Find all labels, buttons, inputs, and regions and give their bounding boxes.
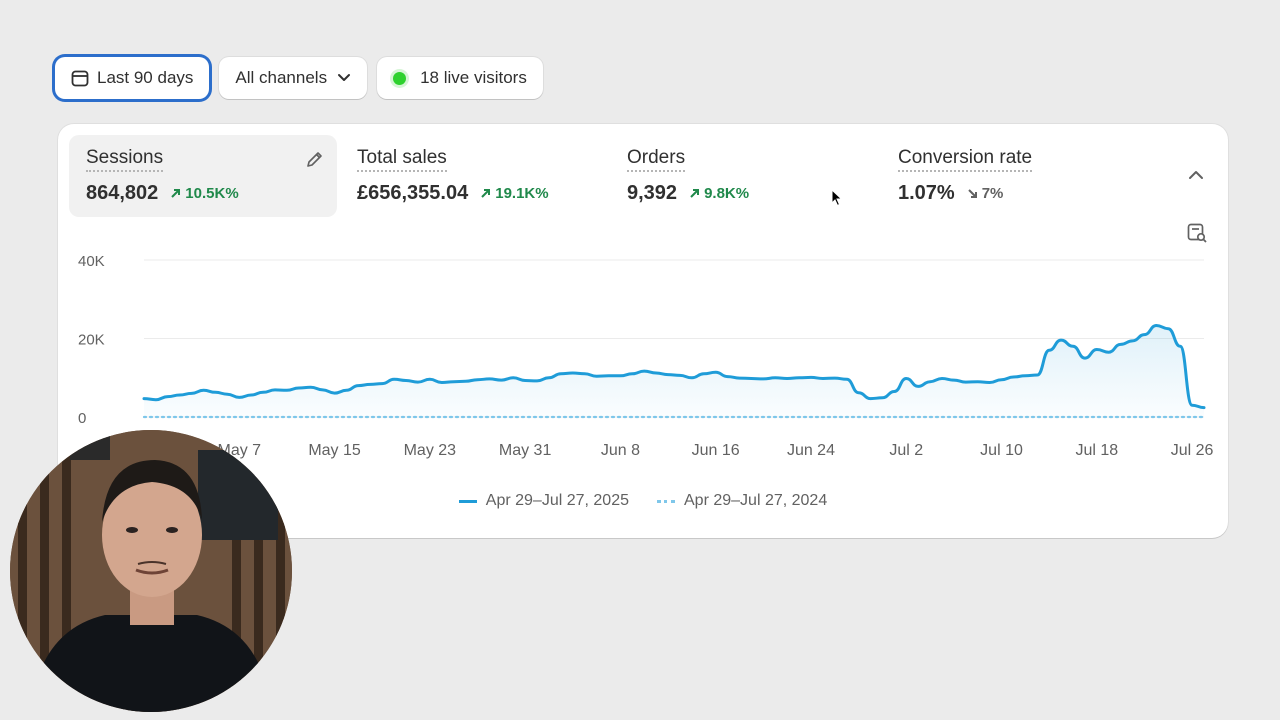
chart-x-axis: May 7 May 15 May 23 May 31 Jun 8 Jun 16 Jun 24… bbox=[217, 442, 1213, 459]
channel-label: All channels bbox=[235, 68, 328, 87]
sessions-line-chart[interactable]: 40K20K0 May 7 May 15 May 23 May 31 Jun 8 Jun … bbox=[58, 124, 1228, 484]
series-area-current bbox=[144, 325, 1204, 417]
x-tick-label: May 23 bbox=[404, 442, 457, 459]
presenter-webcam bbox=[10, 430, 292, 712]
date-range-button[interactable]: Last 90 days bbox=[55, 57, 210, 99]
chart-y-axis: 40K 20K 0 bbox=[78, 253, 105, 427]
live-visitors-button[interactable]: 18 live visitors bbox=[377, 57, 543, 99]
x-tick-label: Jul 2 bbox=[889, 442, 923, 459]
x-tick-label: Jul 18 bbox=[1075, 442, 1118, 459]
legend-item-previous[interactable]: Apr 29–Jul 27, 2024 bbox=[657, 492, 827, 510]
x-tick-label: Jun 8 bbox=[601, 442, 640, 459]
mouse-cursor-icon bbox=[831, 188, 843, 212]
date-range-label: Last 90 days bbox=[97, 68, 194, 87]
legend-item-current[interactable]: Apr 29–Jul 27, 2025 bbox=[458, 492, 629, 510]
y-tick-label: 0 bbox=[78, 410, 86, 427]
x-tick-label: May 15 bbox=[308, 442, 361, 459]
legend-label: Apr 29–Jul 27, 2024 bbox=[684, 492, 828, 509]
x-tick-label: Jul 26 bbox=[1171, 442, 1214, 459]
live-visitors-label: 18 live visitors bbox=[420, 68, 527, 87]
filter-bar: Last 90 days All channels 18 live visito… bbox=[55, 57, 543, 99]
y-tick-label: 20K bbox=[78, 332, 105, 349]
y-tick-label: 40K bbox=[78, 253, 105, 270]
x-tick-label: May 31 bbox=[499, 442, 552, 459]
chevron-down-icon bbox=[337, 73, 351, 83]
x-tick-label: Jul 10 bbox=[980, 442, 1023, 459]
chart-series bbox=[142, 324, 1206, 419]
presenter-video-image bbox=[10, 430, 292, 712]
legend-swatch-solid bbox=[458, 499, 477, 503]
x-tick-label: Jun 24 bbox=[787, 442, 835, 459]
channel-select[interactable]: All channels bbox=[219, 57, 368, 99]
live-indicator-icon bbox=[393, 71, 407, 85]
legend-label: Apr 29–Jul 27, 2025 bbox=[485, 492, 629, 509]
legend-swatch-dotted bbox=[657, 499, 675, 503]
calendar-icon bbox=[71, 69, 89, 87]
x-tick-label: Jun 16 bbox=[692, 442, 740, 459]
